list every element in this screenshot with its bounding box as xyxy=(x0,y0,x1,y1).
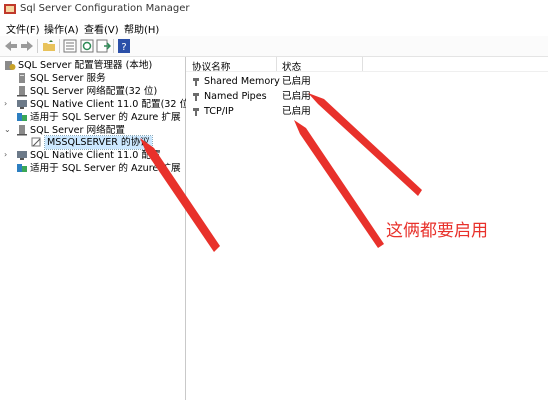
menu-bar: 文件(F) 操作(A) 查看(V) 帮助(H) xyxy=(0,20,548,36)
azure-icon xyxy=(17,164,27,172)
back-arrow-icon[interactable] xyxy=(3,38,19,54)
help-icon[interactable]: ? xyxy=(116,38,132,54)
protocol-status: 已启用 xyxy=(282,106,311,117)
toolbar-separator xyxy=(113,39,114,53)
export-list-icon[interactable] xyxy=(95,38,111,54)
forward-arrow-icon[interactable] xyxy=(19,38,35,54)
up-folder-icon[interactable] xyxy=(41,38,57,54)
tree-item-label: MSSQLSERVER 的协议 xyxy=(44,135,153,150)
toolbar: ? xyxy=(0,36,548,57)
menu-file[interactable]: 文件(F) xyxy=(6,21,40,36)
protocol-icon xyxy=(193,108,199,116)
table-row[interactable]: Shared Memory 已启用 xyxy=(186,75,548,89)
expand-chevron-icon[interactable]: › xyxy=(4,98,12,110)
window-title: Sql Server Configuration Manager xyxy=(20,3,190,14)
expand-chevron-icon[interactable]: › xyxy=(4,149,12,161)
config-manager-icon xyxy=(5,61,16,70)
toolbar-separator xyxy=(37,39,38,53)
protocol-name: TCP/IP xyxy=(204,106,234,117)
protocol-icon xyxy=(193,78,199,86)
network-config-icon xyxy=(17,125,27,136)
menu-action[interactable]: 操作(A) xyxy=(44,21,79,36)
azure-icon xyxy=(17,113,27,121)
table-row[interactable]: Named Pipes 已启用 xyxy=(186,90,548,104)
tree-item-label: 适用于 SQL Server 的 Azure 扩展 xyxy=(30,163,181,174)
toolbar-separator xyxy=(59,39,60,53)
network-config-icon xyxy=(17,86,27,97)
svg-text:?: ? xyxy=(121,42,126,53)
tree-item-label: SQL Server 网络配置(32 位) xyxy=(30,86,158,97)
protocol-icon xyxy=(31,137,41,147)
protocol-name: Shared Memory xyxy=(204,76,280,87)
protocol-status: 已启用 xyxy=(282,91,311,102)
column-divider[interactable] xyxy=(362,57,363,71)
tree-item-label: SQL Native Client 11.0 配置 xyxy=(30,150,161,161)
protocol-name: Named Pipes xyxy=(204,91,267,102)
app-icon xyxy=(4,4,16,14)
annotation-text: 这俩都要启用 xyxy=(386,221,488,241)
menu-view[interactable]: 查看(V) xyxy=(84,21,119,36)
tree-item-label: SQL Native Client 11.0 配置(32 位) xyxy=(30,99,193,110)
column-divider[interactable] xyxy=(276,57,277,71)
header-divider xyxy=(186,71,548,72)
client-icon xyxy=(17,100,27,109)
tree-item-label: SQL Server 服务 xyxy=(30,73,106,84)
title-bar: Sql Server Configuration Manager xyxy=(0,0,548,20)
tree-root-label: SQL Server 配置管理器 (本地) xyxy=(18,60,153,71)
protocol-status: 已启用 xyxy=(282,76,311,87)
collapse-chevron-icon[interactable]: ⌄ xyxy=(4,124,12,136)
refresh-icon[interactable] xyxy=(79,38,95,54)
server-icon xyxy=(19,73,25,83)
client-icon xyxy=(17,151,27,160)
tree-item-label: 适用于 SQL Server 的 Azure 扩展 xyxy=(30,112,181,123)
protocol-list-pane[interactable]: 协议名称 状态 Shared Memory 已启用 Named Pipes 已启… xyxy=(186,57,548,400)
menu-help[interactable]: 帮助(H) xyxy=(124,21,159,36)
properties-icon[interactable] xyxy=(62,38,78,54)
tree-pane[interactable]: SQL Server 配置管理器 (本地) SQL Server 服务 SQL … xyxy=(0,57,193,400)
protocol-icon xyxy=(193,93,199,101)
table-row[interactable]: TCP/IP 已启用 xyxy=(186,105,548,119)
